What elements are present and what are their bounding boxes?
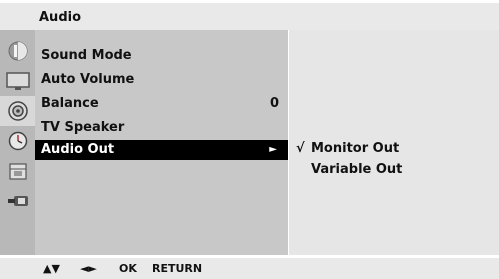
balance-value: 0 — [269, 96, 279, 111]
sidebar-item-screen[interactable] — [0, 66, 35, 96]
sidebar-item-picture[interactable] — [0, 36, 35, 66]
speaker-icon — [7, 101, 28, 121]
menu-item-balance[interactable]: Balance 0 — [35, 94, 288, 114]
input-icon — [7, 196, 28, 206]
category-sidebar — [0, 30, 35, 255]
menu-item-label: TV Speaker — [41, 120, 125, 135]
left-right-arrows-icon: ◄► — [80, 262, 97, 275]
sidebar-item-time[interactable] — [0, 126, 35, 156]
menu-item-label: Auto Volume — [41, 72, 135, 87]
tv-screen-icon — [5, 72, 30, 90]
navigation-hint-bar: ▲▼ ◄► OK RETURN — [0, 258, 499, 279]
submenu-arrow-icon: ► — [269, 144, 277, 155]
menu-item-label: Audio Out — [41, 142, 115, 157]
menu-item-audio-out[interactable]: Audio Out ► — [35, 140, 288, 160]
lock-icon — [8, 163, 27, 180]
clock-icon — [8, 131, 27, 151]
check-icon: √ — [296, 141, 305, 156]
menu-item-sound-mode[interactable]: Sound Mode — [35, 46, 288, 66]
submenu-item-label: Monitor Out — [311, 141, 400, 156]
menu-item-label: Sound Mode — [41, 48, 132, 63]
title-bar: Audio — [0, 3, 499, 30]
audio-menu-panel: Sound Mode Auto Volume Balance 0 TV Spea… — [35, 30, 288, 255]
menu-title: Audio — [39, 10, 82, 25]
picture-icon — [8, 41, 27, 61]
submenu-item-label: Variable Out — [311, 162, 403, 177]
sidebar-item-lock[interactable] — [0, 156, 35, 186]
sidebar-item-input[interactable] — [0, 186, 35, 216]
return-hint: RETURN — [152, 262, 203, 275]
menu-item-tv-speaker[interactable]: TV Speaker — [35, 118, 288, 138]
sidebar-item-audio[interactable] — [0, 96, 35, 126]
menu-item-auto-volume[interactable]: Auto Volume — [35, 70, 288, 90]
up-down-arrows-icon: ▲▼ — [43, 262, 60, 275]
ok-hint: OK — [119, 262, 137, 275]
menu-item-label: Balance — [41, 96, 99, 111]
